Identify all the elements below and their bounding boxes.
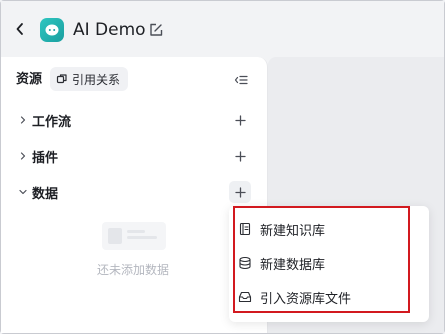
collapse-list-icon [234,75,248,85]
collapse-panel-button[interactable] [233,72,249,88]
menu-item-label: 引入资源库文件 [260,291,352,307]
chevron-left-icon [16,23,23,35]
import-library-icon [238,290,252,304]
menu-item-new-database[interactable]: 新建数据库 [233,248,408,278]
empty-illustration [102,222,166,250]
empty-state-text: 还未添加数据 [96,263,169,277]
add-plugin-button[interactable] [229,145,251,167]
plus-icon [234,150,246,162]
section-label: 插件 [32,150,59,166]
menu-item-label: 新建知识库 [260,223,326,239]
plus-icon [234,114,246,126]
back-button[interactable] [12,20,28,38]
resource-panel: 资源 引用关系 工作流 插件 数据 [1,57,268,333]
chevron-down-icon [19,189,27,195]
section-data[interactable]: 数据 [1,180,267,204]
section-label: 数据 [32,186,59,202]
section-plugin[interactable]: 插件 [1,144,267,168]
app-title: AI Demo [73,20,146,40]
edit-icon [150,23,163,36]
menu-item-import-library-file[interactable]: 引入资源库文件 [233,282,408,312]
plus-icon [234,186,246,198]
edit-title-button[interactable] [148,22,164,38]
section-workflow[interactable]: 工作流 [1,108,267,132]
database-icon [238,256,252,270]
link-copy-icon [56,74,67,84]
knowledge-base-icon [238,222,252,236]
chevron-right-icon [20,116,26,124]
chevron-right-icon [20,152,26,160]
panel-title: 资源 [16,72,43,87]
reference-relations-button[interactable]: 引用关系 [50,67,129,91]
app-logo [40,18,64,42]
reference-chip-label: 引用关系 [72,72,121,87]
section-label: 工作流 [32,114,72,130]
menu-item-new-knowledge-base[interactable]: 新建知识库 [233,214,408,244]
header: AI Demo [1,1,444,57]
menu-item-label: 新建数据库 [260,257,326,273]
add-data-button[interactable] [229,181,251,203]
add-workflow-button[interactable] [229,109,251,131]
